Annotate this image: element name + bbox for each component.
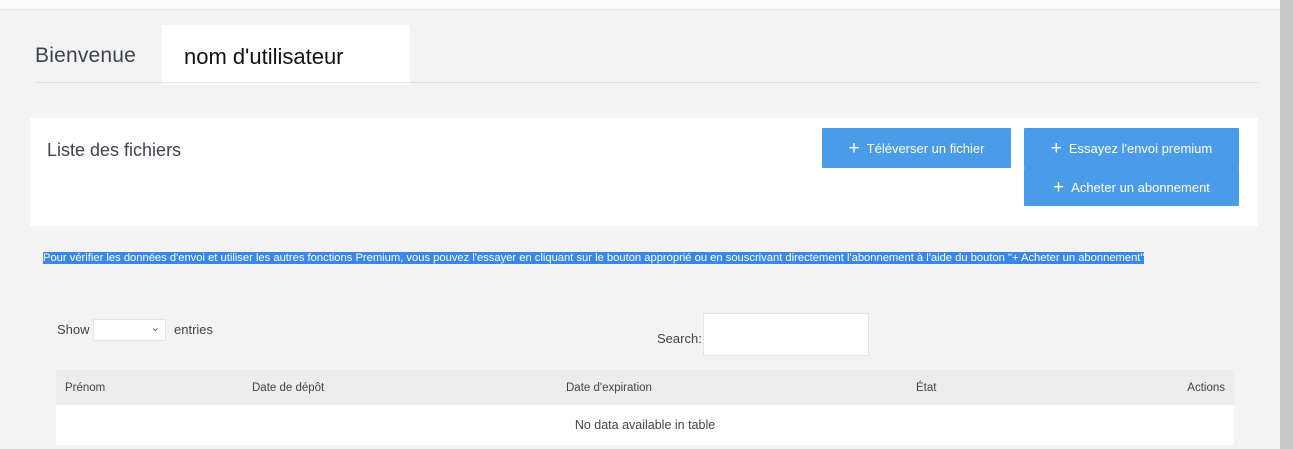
table-row: No data available in table bbox=[56, 405, 1234, 445]
table-header: Prénom Date de dépôt Date d'expiration É… bbox=[56, 370, 1234, 405]
column-header-expiration-date[interactable]: Date d'expiration bbox=[566, 382, 652, 394]
chevron-down-icon: ⌄ bbox=[150, 322, 160, 334]
search-label: Search: bbox=[657, 331, 702, 346]
header-divider bbox=[35, 82, 1258, 83]
card-title: Liste des fichiers bbox=[47, 140, 182, 160]
upload-file-label: Téléverser un fichier bbox=[866, 140, 985, 156]
column-header-upload-date[interactable]: Date de dépôt bbox=[252, 382, 324, 394]
column-header-prenom[interactable]: Prénom bbox=[65, 382, 105, 394]
premium-notice: Pour vérifier les données d'envoi et uti… bbox=[43, 250, 1223, 266]
top-border bbox=[0, 0, 1280, 10]
buy-subscription-label: Acheter un abonnement bbox=[1071, 179, 1210, 195]
column-header-status[interactable]: État bbox=[916, 382, 936, 394]
plus-icon: + bbox=[1053, 176, 1065, 198]
plus-icon: + bbox=[848, 137, 860, 159]
plus-icon: + bbox=[1050, 137, 1062, 159]
welcome-label: Bienvenue bbox=[35, 44, 137, 67]
search-input[interactable] bbox=[703, 313, 869, 356]
username: nom d'utilisateur bbox=[162, 25, 410, 85]
page: Bienvenue nom d'utilisateur Liste des fi… bbox=[0, 0, 1293, 449]
scrollbar[interactable] bbox=[1280, 0, 1293, 449]
empty-table-message: No data available in table bbox=[574, 418, 716, 432]
column-header-actions[interactable]: Actions bbox=[1187, 382, 1225, 394]
try-premium-label: Essayez l'envoi premium bbox=[1068, 140, 1213, 156]
upload-file-button[interactable]: + Téléverser un fichier bbox=[822, 128, 1011, 168]
entries-label: entries bbox=[174, 322, 214, 337]
entries-select[interactable]: ⌄ bbox=[93, 319, 166, 341]
show-label: Show bbox=[57, 322, 90, 337]
buy-subscription-button[interactable]: + Acheter un abonnement bbox=[1024, 168, 1239, 206]
try-premium-button[interactable]: + Essayez l'envoi premium bbox=[1024, 128, 1239, 168]
premium-notice-text: Pour vérifier les données d'envoi et uti… bbox=[43, 252, 1145, 264]
files-card: Liste des fichiers + Téléverser un fichi… bbox=[30, 118, 1258, 226]
